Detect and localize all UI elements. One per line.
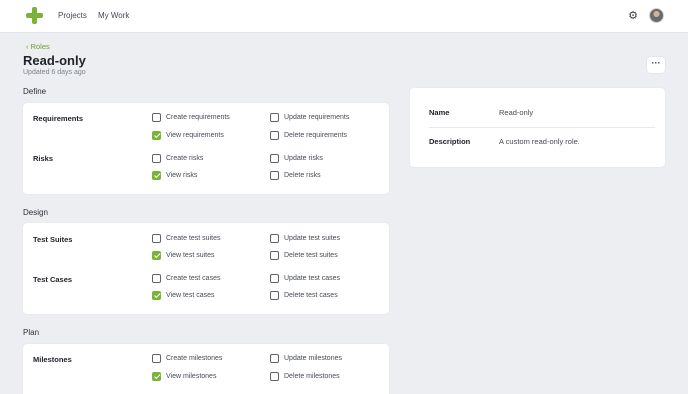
permission-label: Delete test cases bbox=[284, 291, 338, 299]
permission-label: Delete milestones bbox=[284, 372, 340, 380]
description-label: Description bbox=[429, 137, 471, 146]
permission-delete-milestones[interactable]: Delete milestones bbox=[270, 371, 340, 381]
permission-create-requirements[interactable]: Create requirements bbox=[152, 112, 230, 122]
name-value: Read-only bbox=[499, 108, 534, 117]
permission-checkbox[interactable] bbox=[152, 130, 161, 140]
permission-checkbox[interactable] bbox=[152, 371, 161, 381]
permission-checkbox[interactable] bbox=[270, 170, 279, 180]
permission-view-test-cases[interactable]: View test cases bbox=[152, 290, 215, 300]
permission-checkbox[interactable] bbox=[152, 290, 161, 300]
more-options-button[interactable]: ··· bbox=[647, 57, 665, 73]
gear-icon[interactable]: ⚙ bbox=[627, 10, 639, 22]
permission-create-risks[interactable]: Create risks bbox=[152, 153, 203, 163]
permission-checkbox[interactable] bbox=[270, 353, 279, 363]
permission-checkbox[interactable] bbox=[270, 371, 279, 381]
permission-checkbox[interactable] bbox=[270, 290, 279, 300]
permission-label: Delete requirements bbox=[284, 131, 348, 139]
permission-view-test-suites[interactable]: View test suites bbox=[152, 250, 215, 260]
back-link-label: Roles bbox=[30, 42, 50, 51]
permission-label: Update test suites bbox=[284, 234, 341, 242]
permission-checkbox[interactable] bbox=[270, 153, 279, 163]
permission-create-test-suites[interactable]: Create test suites bbox=[152, 233, 220, 243]
permission-checkbox[interactable] bbox=[270, 130, 279, 140]
permission-label: View milestones bbox=[166, 372, 217, 380]
permission-label: Update milestones bbox=[284, 354, 342, 362]
permissions-card-design: Test Suites Create test suites Update te… bbox=[23, 223, 389, 314]
permission-create-milestones[interactable]: Create milestones bbox=[152, 353, 222, 363]
permission-update-requirements[interactable]: Update requirements bbox=[270, 112, 349, 122]
role-details-card: Name Read-only Description A custom read… bbox=[410, 88, 665, 167]
permission-view-requirements[interactable]: View requirements bbox=[152, 130, 224, 140]
section-title-plan: Plan bbox=[23, 328, 40, 337]
permission-update-milestones[interactable]: Update milestones bbox=[270, 353, 342, 363]
permission-view-risks[interactable]: View risks bbox=[152, 170, 197, 180]
ellipsis-icon: ··· bbox=[651, 58, 661, 68]
group-label-risks: Risks bbox=[33, 154, 54, 163]
top-navigation-bar: Projects My Work ⚙ bbox=[0, 0, 688, 33]
group-label-test-suites: Test Suites bbox=[33, 235, 73, 244]
permission-label: Create test cases bbox=[166, 274, 221, 282]
nav-link-my-work[interactable]: My Work bbox=[98, 11, 129, 20]
updated-timestamp: Updated 6 days ago bbox=[23, 69, 86, 76]
permission-delete-requirements[interactable]: Delete requirements bbox=[270, 130, 347, 140]
permission-label: Create test suites bbox=[166, 234, 221, 242]
permission-checkbox[interactable] bbox=[152, 112, 161, 122]
permission-checkbox[interactable] bbox=[152, 153, 161, 163]
permission-checkbox[interactable] bbox=[152, 353, 161, 363]
permission-label: Update requirements bbox=[284, 113, 350, 121]
permission-label: View risks bbox=[166, 171, 198, 179]
chevron-left-icon: ‹ bbox=[26, 42, 29, 51]
permission-label: View test suites bbox=[166, 251, 215, 259]
permission-update-test-cases[interactable]: Update test cases bbox=[270, 273, 340, 283]
permission-checkbox[interactable] bbox=[270, 112, 279, 122]
section-title-design: Design bbox=[23, 208, 48, 217]
group-label-requirements: Requirements bbox=[33, 114, 84, 123]
nav-link-projects[interactable]: Projects bbox=[58, 11, 87, 20]
permission-delete-test-suites[interactable]: Delete test suites bbox=[270, 250, 338, 260]
permission-checkbox[interactable] bbox=[152, 170, 161, 180]
avatar[interactable] bbox=[649, 8, 664, 23]
page-title: Read-only bbox=[23, 53, 86, 68]
permissions-card-define: Requirements Create requirements Update … bbox=[23, 103, 389, 194]
permission-label: Update test cases bbox=[284, 274, 341, 282]
permission-checkbox[interactable] bbox=[270, 250, 279, 260]
permission-label: Create requirements bbox=[166, 113, 230, 121]
group-label-milestones: Milestones bbox=[33, 355, 72, 364]
plus-logo-icon[interactable] bbox=[26, 7, 43, 24]
details-divider bbox=[429, 127, 655, 128]
permission-checkbox[interactable] bbox=[270, 233, 279, 243]
permission-label: View test cases bbox=[166, 291, 215, 299]
permission-label: View requirements bbox=[166, 131, 224, 139]
permission-view-milestones[interactable]: View milestones bbox=[152, 371, 216, 381]
name-label: Name bbox=[429, 108, 450, 117]
permission-label: Delete test suites bbox=[284, 251, 338, 259]
permission-delete-risks[interactable]: Delete risks bbox=[270, 170, 321, 180]
permission-label: Create risks bbox=[166, 154, 204, 162]
group-label-test-cases: Test Cases bbox=[33, 275, 73, 284]
permission-delete-test-cases[interactable]: Delete test cases bbox=[270, 290, 338, 300]
permission-label: Create milestones bbox=[166, 354, 223, 362]
permissions-card-plan: Milestones Create milestones Update mile… bbox=[23, 344, 389, 394]
permission-update-test-suites[interactable]: Update test suites bbox=[270, 233, 340, 243]
back-to-roles-link[interactable]: ‹ Roles bbox=[26, 42, 50, 51]
permission-label: Update risks bbox=[284, 154, 323, 162]
permission-checkbox[interactable] bbox=[152, 233, 161, 243]
permission-label: Delete risks bbox=[284, 171, 321, 179]
permission-checkbox[interactable] bbox=[152, 273, 161, 283]
permission-checkbox[interactable] bbox=[270, 273, 279, 283]
section-title-define: Define bbox=[23, 87, 47, 96]
permission-update-risks[interactable]: Update risks bbox=[270, 153, 323, 163]
permission-checkbox[interactable] bbox=[152, 250, 161, 260]
description-value: A custom read-only role. bbox=[499, 137, 580, 146]
permission-create-test-cases[interactable]: Create test cases bbox=[152, 273, 220, 283]
